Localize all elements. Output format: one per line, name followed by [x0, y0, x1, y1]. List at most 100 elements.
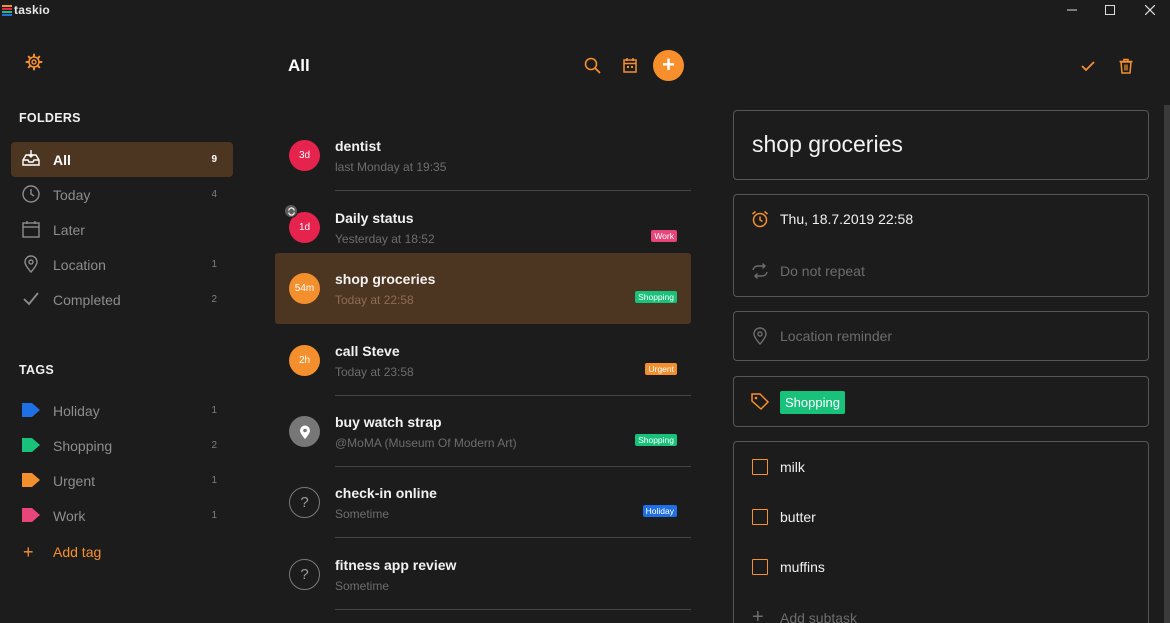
tag-chip: Shopping: [635, 434, 677, 446]
calendar-icon: [623, 58, 637, 73]
tag-icon: [22, 403, 40, 417]
folders-heading: FOLDERS: [19, 111, 81, 125]
subtask-label: butter: [780, 509, 816, 525]
location-row: Location reminder: [734, 316, 1148, 356]
settings-button[interactable]: [24, 52, 44, 72]
tag-chip: Urgent: [645, 363, 677, 375]
tags-heading: TAGS: [19, 363, 54, 377]
task-location-text: @MoMA (Museum Of Modern Art): [335, 436, 517, 450]
title-bar: taskio: [0, 0, 1170, 22]
checkmark-icon: [1081, 61, 1095, 72]
task-item[interactable]: buy watch strap @MoMA (Museum Of Modern …: [275, 396, 691, 467]
divider: [335, 609, 691, 610]
folder-location[interactable]: Location 1: [11, 247, 233, 282]
search-button[interactable]: [582, 55, 604, 77]
tag-chip: Shopping: [635, 291, 677, 303]
subtask-label: milk: [780, 459, 805, 475]
tags-field[interactable]: Shopping: [733, 376, 1149, 427]
location-pin-icon: [299, 425, 310, 439]
add-task-button[interactable]: +: [653, 50, 684, 81]
maximize-icon: [1105, 5, 1115, 15]
tag-row: Shopping: [734, 381, 1148, 421]
minimize-icon: [1067, 9, 1077, 11]
folder-all[interactable]: All 9: [11, 142, 233, 177]
task-due-text: Sometime: [335, 507, 390, 521]
location-placeholder: Location reminder: [780, 328, 893, 344]
folder-label: Today: [53, 186, 91, 203]
tag-icon: [22, 438, 40, 452]
subtask-label: muffins: [780, 559, 825, 575]
task-title: check-in online: [335, 485, 437, 501]
scrollbar[interactable]: [1164, 105, 1170, 623]
due-badge: 2h: [289, 345, 320, 376]
folder-label: Location: [53, 256, 106, 273]
maximize-button[interactable]: [1092, 0, 1128, 20]
tag-shopping[interactable]: Shopping 2: [11, 428, 233, 463]
subtasks-card: milk butter muffins + Add subtask: [733, 441, 1149, 623]
close-window-button[interactable]: [1132, 0, 1168, 20]
task-item[interactable]: 3d dentist last Monday at 19:35: [275, 120, 691, 191]
subtask-checkbox[interactable]: [752, 459, 768, 475]
folder-count: 1: [211, 259, 217, 270]
tag-icon: [22, 473, 40, 487]
task-title-field[interactable]: shop groceries: [733, 110, 1149, 180]
task-title: Daily status: [335, 210, 414, 226]
repeat-icon: [284, 204, 298, 218]
subtask-checkbox[interactable]: [752, 509, 768, 525]
add-tag-label: Add tag: [53, 544, 102, 560]
plus-icon: +: [752, 606, 764, 623]
task-detail-pane: shop groceries Thu, 18.7.2019 22:58 Do n…: [720, 22, 1170, 623]
location-reminder-field[interactable]: Location reminder: [733, 311, 1149, 361]
calendar-view-button[interactable]: [619, 55, 641, 77]
task-item-selected[interactable]: 54m shop groceries Today at 22:58 Shoppi…: [275, 253, 691, 324]
repeat-row[interactable]: Do not repeat: [734, 251, 1148, 291]
app-logo: taskio: [2, 3, 50, 17]
due-date-row[interactable]: Thu, 18.7.2019 22:58: [734, 199, 1148, 239]
search-icon: [584, 57, 601, 74]
task-due-text: Today at 22:58: [335, 293, 414, 307]
taskio-logo-icon: [2, 4, 12, 16]
complete-task-button[interactable]: [1077, 55, 1099, 77]
task-title: call Steve: [335, 343, 400, 359]
tag-chip: Work: [651, 230, 677, 242]
minimize-button[interactable]: [1054, 0, 1090, 20]
add-subtask-label: Add subtask: [780, 610, 858, 623]
alarm-clock-icon: [752, 210, 768, 228]
page-title: All: [288, 56, 310, 75]
task-title: dentist: [335, 138, 381, 154]
no-date-badge: ?: [289, 487, 320, 518]
close-icon: [1145, 5, 1155, 15]
task-item[interactable]: ? fitness app review Sometime: [275, 539, 691, 610]
plus-icon: +: [23, 542, 34, 562]
folder-count: 2: [211, 294, 217, 305]
task-list-pane: All + 3d dentist last Monday at 19:35 1d…: [245, 22, 720, 623]
folder-later[interactable]: Later: [11, 212, 233, 247]
tag-label: Urgent: [53, 472, 96, 489]
shopping-tag-chip[interactable]: Shopping: [780, 391, 845, 414]
folder-completed[interactable]: Completed 2: [11, 282, 233, 317]
subtask-checkbox[interactable]: [752, 559, 768, 575]
tag-label: Work: [53, 507, 86, 524]
location-badge: [289, 416, 320, 447]
tag-urgent[interactable]: Urgent 1: [11, 463, 233, 498]
folder-today[interactable]: Today 4: [11, 177, 233, 212]
tag-chip: Holiday: [642, 505, 677, 517]
task-due-text: Sometime: [335, 579, 390, 593]
delete-task-button[interactable]: [1115, 55, 1137, 77]
task-item[interactable]: ? check-in online Sometime Holiday: [275, 467, 691, 538]
task-title: shop groceries: [335, 271, 436, 287]
tag-holiday[interactable]: Holiday 1: [11, 393, 233, 428]
tag-work[interactable]: Work 1: [11, 498, 233, 533]
task-item[interactable]: 2h call Steve Today at 23:58 Urgent: [275, 325, 691, 396]
folder-label: Completed: [53, 291, 121, 308]
calendar-icon: [22, 221, 40, 238]
tag-count: 1: [211, 405, 217, 416]
app-title: taskio: [14, 3, 50, 17]
add-tag-button[interactable]: + Add tag: [11, 537, 233, 567]
inbox-icon: [22, 150, 40, 166]
reminder-card: Thu, 18.7.2019 22:58 Do not repeat: [733, 194, 1149, 297]
sidebar: FOLDERS All 9 Today 4 Later Location 1 C…: [0, 22, 245, 623]
add-subtask-button[interactable]: + Add subtask: [734, 604, 1148, 623]
tag-label: Shopping: [53, 437, 113, 454]
repeat-text: Do not repeat: [780, 263, 865, 279]
